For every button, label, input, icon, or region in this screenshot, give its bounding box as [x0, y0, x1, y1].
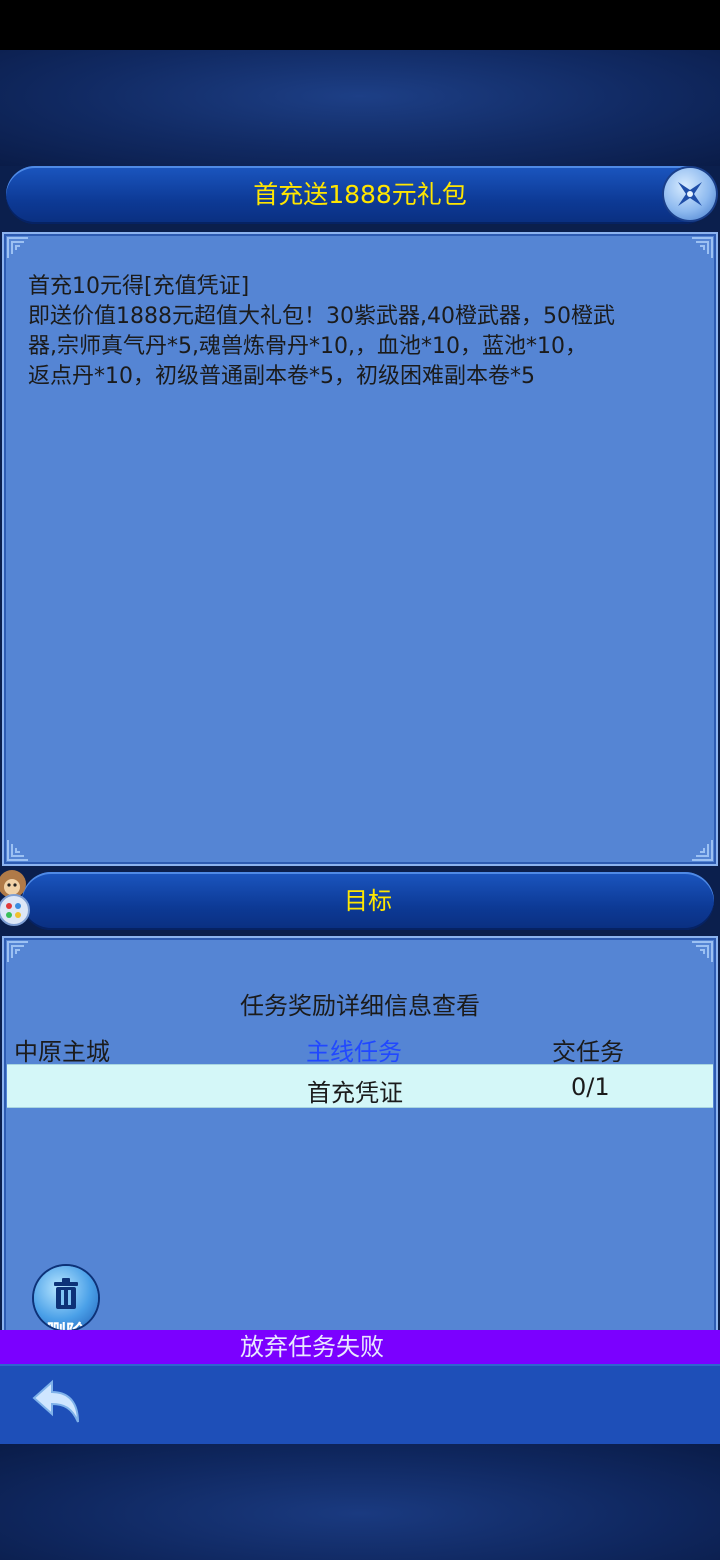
target-section-header: 目标 [22, 872, 714, 930]
task-type-link[interactable]: 主线任务 [306, 1032, 402, 1067]
close-icon [678, 182, 702, 206]
description-line: 返点丹*10，初级普通副本卷*5，初级困难副本卷*5 [28, 364, 535, 389]
corner-ornament-icon [7, 840, 28, 861]
description-panel: 首充10元得[充值凭证] 即送价值1888元超值大礼包！30紫武器,40橙武器，… [2, 232, 718, 866]
status-bar [0, 0, 720, 50]
task-location: 中原主城 [14, 1038, 110, 1066]
description-line: 首充10元得[充值凭证] [28, 274, 250, 299]
task-details-title: 任务奖励详细信息查看 [240, 992, 480, 1020]
toast-message: 放弃任务失败 [240, 1333, 384, 1361]
close-button[interactable] [664, 168, 716, 220]
corner-ornament-icon [7, 237, 28, 258]
dialog-title: 首充送1888元礼包 [253, 180, 467, 209]
monkey-avatar-icon[interactable] [0, 866, 34, 938]
corner-ornament-icon [692, 941, 713, 962]
bottom-toolbar [0, 1364, 720, 1444]
scene-background-top [0, 50, 720, 166]
task-panel: 任务奖励详细信息查看 中原主城 主线任务 交任务 首充凭证 0/1 [2, 936, 718, 1334]
trash-icon [54, 1278, 78, 1309]
task-row[interactable]: 首充凭证 0/1 [7, 1064, 713, 1108]
dialog-title-bar: 首充送1888元礼包 [6, 166, 714, 224]
task-header-row: 中原主城 主线任务 交任务 [4, 1032, 716, 1066]
reward-description: 首充10元得[充值凭证] 即送价值1888元超值大礼包！30紫武器,40橙武器，… [28, 272, 712, 392]
task-action: 交任务 [552, 1038, 624, 1066]
corner-ornament-icon [7, 941, 28, 962]
task-item-name: 首充凭证 [307, 1079, 403, 1107]
scene-background-bottom [0, 1444, 720, 1560]
description-line: 即送价值1888元超值大礼包！30紫武器,40橙武器，50橙武 [28, 304, 615, 329]
target-section-label: 目标 [344, 887, 392, 915]
back-arrow-icon[interactable] [30, 1374, 86, 1430]
corner-ornament-icon [692, 840, 713, 861]
toast-banner: 放弃任务失败 [0, 1330, 720, 1364]
delete-button[interactable]: 删除 [34, 1266, 98, 1330]
delete-button-label: 删除 [34, 1316, 98, 1330]
corner-ornament-icon [692, 237, 713, 258]
task-item-progress: 0/1 [571, 1073, 610, 1101]
description-line: 器,宗师真气丹*5,魂兽炼骨丹*10,，血池*10，蓝池*10， [28, 334, 587, 359]
